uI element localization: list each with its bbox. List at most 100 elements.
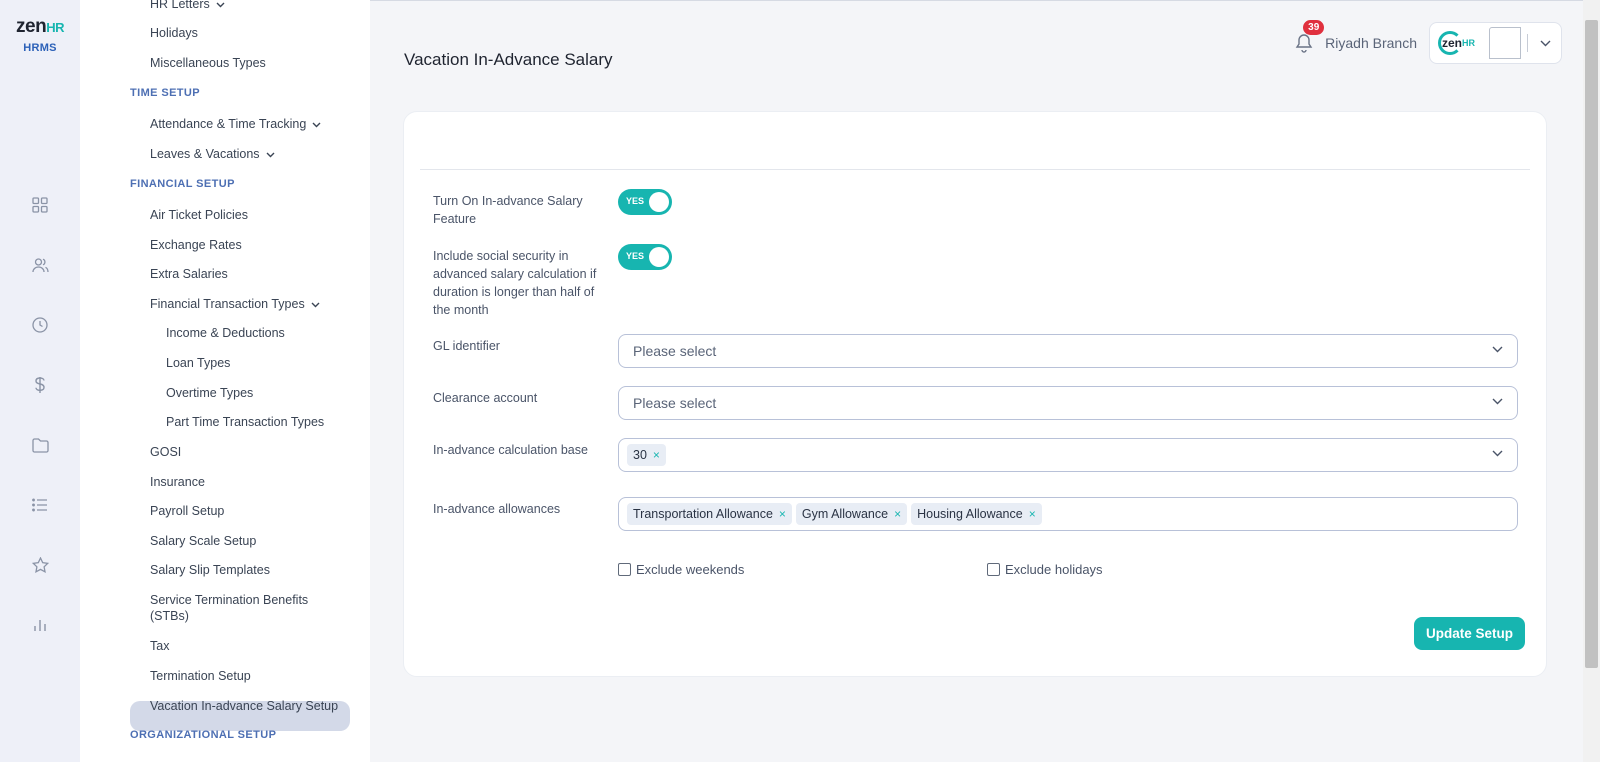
sidebar-item-vacation-in-advance[interactable]: Vacation In-advance Salary Setup	[150, 699, 338, 713]
sidebar-item-air-ticket-policies[interactable]: Air Ticket Policies	[150, 208, 248, 222]
clearance-account-select[interactable]: Please select	[618, 386, 1518, 420]
toggle-knob	[649, 192, 669, 212]
settings-card: Turn On In-advance Salary Feature YES In…	[403, 111, 1547, 677]
page-title: Vacation In-Advance Salary	[404, 50, 613, 69]
sidebar-item-insurance[interactable]: Insurance	[150, 475, 205, 489]
sidebar-item-salary-scale-setup[interactable]: Salary Scale Setup	[150, 534, 256, 548]
sidebar-item-income-deductions[interactable]: Income & Deductions	[166, 326, 285, 340]
calculation-base-select[interactable]: 30 ×	[618, 438, 1518, 472]
avatar	[1489, 27, 1522, 59]
chevron-down-icon	[311, 302, 320, 308]
social-security-toggle[interactable]: YES	[618, 244, 672, 270]
brand-word: zen	[16, 16, 47, 37]
gl-identifier-label: GL identifier	[433, 339, 500, 353]
divider	[1527, 34, 1529, 52]
tag-label: Gym Allowance	[801, 507, 889, 521]
tag-label: Housing Allowance	[917, 507, 1023, 521]
sidebar-item-overtime-types[interactable]: Overtime Types	[166, 386, 253, 400]
sidebar-item-stbs[interactable]: Service Termination Benefits	[150, 593, 308, 607]
tag: Transportation Allowance ×	[627, 503, 792, 525]
sidebar-item-label: Attendance & Time Tracking	[150, 117, 307, 131]
folder-icon[interactable]	[27, 432, 53, 458]
select-placeholder: Please select	[633, 395, 717, 411]
remove-tag-icon[interactable]: ×	[1029, 507, 1036, 521]
chevron-down-icon	[1492, 346, 1503, 353]
sidebar-item-holidays[interactable]: Holidays	[150, 26, 198, 40]
section-financial-setup: FINANCIAL SETUP	[130, 178, 235, 190]
remove-tag-icon[interactable]: ×	[653, 448, 660, 462]
toggle-knob	[649, 247, 669, 267]
sidebar-item-termination-setup[interactable]: Termination Setup	[150, 669, 251, 683]
chevron-down-icon	[1492, 450, 1503, 457]
sidebar-item-label: Leaves & Vacations	[150, 147, 260, 161]
clearance-account-label: Clearance account	[433, 391, 538, 405]
sidebar-item-label: HR Letters	[150, 0, 210, 11]
toggle-state: YES	[626, 251, 645, 261]
exclude-weekends-checkbox[interactable]: Exclude weekends	[618, 562, 744, 577]
bar-chart-icon[interactable]	[27, 612, 53, 638]
tag: Housing Allowance ×	[911, 503, 1042, 525]
sidebar-item-stbs-line2[interactable]: (STBs)	[150, 609, 189, 623]
sidebar-item-attendance[interactable]: Attendance & Time Tracking	[150, 117, 321, 131]
remove-tag-icon[interactable]: ×	[779, 507, 786, 521]
star-icon[interactable]	[27, 552, 53, 578]
sidebar-item-miscellaneous-types[interactable]: Miscellaneous Types	[150, 56, 266, 70]
tag: Gym Allowance ×	[795, 503, 908, 525]
icon-rail: zenHR HRMS	[0, 0, 80, 762]
tag-label: 30	[633, 448, 647, 462]
allowances-multiselect[interactable]: Transportation Allowance × Gym Allowance ×…	[618, 497, 1518, 531]
chevron-down-icon	[266, 152, 275, 158]
dollar-icon[interactable]	[27, 372, 53, 398]
sidebar-item-financial-transaction-types[interactable]: Financial Transaction Types	[150, 297, 320, 311]
toggle-feature-label: Turn On In-advance Salary Feature	[433, 194, 583, 226]
chevron-down-icon	[1492, 398, 1503, 405]
sidebar-item-salary-slip-templates[interactable]: Salary Slip Templates	[150, 563, 270, 577]
allowances-label: In-advance allowances	[433, 502, 561, 516]
toggle-social-security-label: Include social security in advanced sala…	[433, 249, 597, 317]
sidebar-item-payroll-setup[interactable]: Payroll Setup	[150, 504, 224, 518]
sidebar-item-exchange-rates[interactable]: Exchange Rates	[150, 238, 242, 252]
calculation-base-label: In-advance calculation base	[433, 443, 588, 457]
chevron-down-icon	[1540, 40, 1551, 46]
tag-label: Transportation Allowance	[633, 507, 773, 521]
checkbox-box[interactable]	[618, 563, 631, 576]
dashboard-icon[interactable]	[27, 192, 53, 218]
list-icon[interactable]	[27, 492, 53, 518]
sidebar-item-tax[interactable]: Tax	[150, 639, 169, 653]
tag: 30 ×	[627, 444, 666, 466]
gl-identifier-select[interactable]: Please select	[618, 334, 1518, 368]
feature-toggle[interactable]: YES	[618, 189, 672, 215]
card-divider	[420, 169, 1530, 170]
branch-name[interactable]: Riyadh Branch	[1325, 35, 1417, 51]
sidebar-item-gosi[interactable]: GOSI	[150, 445, 181, 459]
profile-menu[interactable]: zen HR	[1429, 22, 1562, 64]
checkbox-label: Exclude weekends	[636, 562, 745, 577]
scrollbar[interactable]	[1583, 0, 1600, 762]
brand-suffix: HR	[46, 20, 64, 35]
notifications-button[interactable]: 39	[1291, 20, 1325, 56]
bell-icon	[1295, 34, 1313, 53]
notification-badge: 39	[1303, 20, 1325, 35]
sidebar-item-loan-types[interactable]: Loan Types	[166, 356, 230, 370]
sidebar-item-part-time-transaction-types[interactable]: Part Time Transaction Types	[166, 415, 324, 429]
chevron-down-icon	[312, 122, 321, 128]
exclude-holidays-checkbox[interactable]: Exclude holidays	[987, 562, 1103, 577]
remove-tag-icon[interactable]: ×	[894, 507, 901, 521]
section-time-setup: TIME SETUP	[130, 87, 201, 99]
top-bar: 39 Riyadh Branch zen HR	[1291, 20, 1562, 64]
sidebar-item-extra-salaries[interactable]: Extra Salaries	[150, 267, 228, 281]
sidebar-item-label: Financial Transaction Types	[150, 297, 305, 311]
settings-sidebar: HR Letters Holidays Miscellaneous Types …	[80, 0, 370, 762]
section-organizational-setup: ORGANIZATIONAL SETUP	[130, 729, 277, 741]
brand-product: HRMS	[23, 42, 57, 54]
chevron-down-icon	[216, 2, 225, 8]
brand-logo[interactable]: zenHR HRMS	[0, 16, 80, 54]
company-logo: zen HR	[1438, 31, 1475, 55]
scrollbar-thumb[interactable]	[1585, 20, 1598, 668]
checkbox-box[interactable]	[987, 563, 1000, 576]
update-setup-button[interactable]: Update Setup	[1414, 617, 1525, 650]
people-icon[interactable]	[27, 252, 53, 278]
clock-icon[interactable]	[27, 312, 53, 338]
sidebar-item-hr-letters[interactable]: HR Letters	[150, 0, 225, 11]
sidebar-item-leaves-vacations[interactable]: Leaves & Vacations	[150, 147, 275, 161]
